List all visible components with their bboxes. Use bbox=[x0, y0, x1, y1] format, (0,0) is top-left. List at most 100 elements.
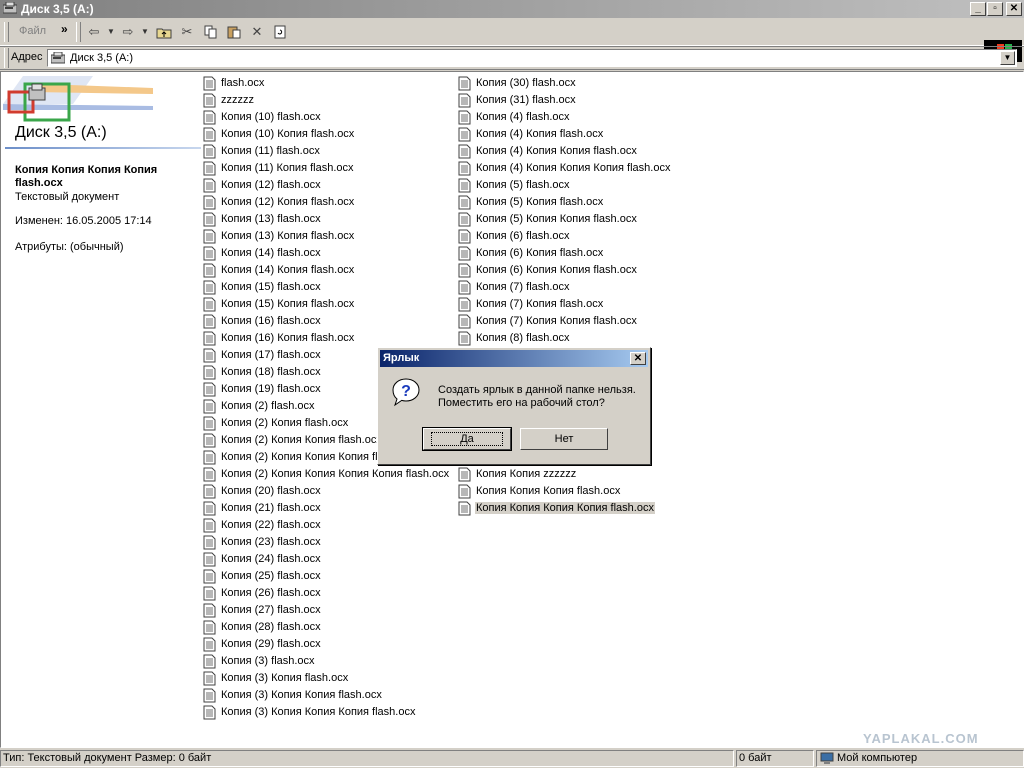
text-document-icon bbox=[458, 144, 471, 159]
address-grip[interactable] bbox=[4, 48, 9, 68]
address-value: Диск 3,5 (A:) bbox=[70, 52, 134, 64]
text-document-icon bbox=[203, 586, 216, 601]
file-name: Копия (3) Копия Копия flash.ocx bbox=[221, 689, 382, 701]
selected-file-type: Текстовый документ bbox=[15, 191, 120, 203]
file-name: Копия (26) flash.ocx bbox=[221, 587, 321, 599]
text-document-icon bbox=[203, 484, 216, 499]
dialog-close-button[interactable]: ✕ bbox=[630, 352, 646, 365]
text-document-icon bbox=[203, 161, 216, 176]
text-document-icon bbox=[203, 178, 216, 193]
forward-dropdown-icon[interactable]: ▼ bbox=[140, 23, 150, 41]
text-document-icon bbox=[458, 76, 471, 91]
drive-banner-icon bbox=[3, 76, 153, 122]
file-name: Копия (30) flash.ocx bbox=[476, 77, 576, 89]
selected-file-attributes: Атрибуты: (обычный) bbox=[15, 241, 124, 253]
file-name: Копия (6) Копия Копия flash.ocx bbox=[476, 264, 637, 276]
menu-file[interactable]: Файл bbox=[19, 25, 46, 37]
file-name: Копия (23) flash.ocx bbox=[221, 536, 321, 548]
file-name: Копия (3) Копия flash.ocx bbox=[221, 672, 349, 684]
text-document-icon bbox=[458, 93, 471, 108]
window-title: Диск 3,5 (A:) bbox=[21, 2, 94, 16]
toolbar: Файл » ⇦ ▼ ⇨ ▼ ✂ ✕ bbox=[0, 19, 1024, 62]
text-document-icon bbox=[203, 229, 216, 244]
web-view-panel: Диск 3,5 (A:) Копия Копия Копия Копия fl… bbox=[1, 72, 201, 747]
file-name: Копия (4) Копия flash.ocx bbox=[476, 128, 604, 140]
address-label: Адрес bbox=[11, 51, 43, 63]
back-dropdown-icon[interactable]: ▼ bbox=[106, 23, 116, 41]
cut-icon[interactable]: ✂ bbox=[177, 23, 197, 41]
status-location: Мой компьютер bbox=[816, 750, 1024, 767]
maximize-button[interactable]: ▫ bbox=[987, 2, 1003, 16]
text-document-icon bbox=[458, 161, 471, 176]
file-name: Копия (11) Копия flash.ocx bbox=[221, 162, 354, 174]
selected-file-modified: Изменен: 16.05.2005 17:14 bbox=[15, 215, 152, 227]
question-icon: ? bbox=[392, 378, 420, 407]
text-document-icon bbox=[203, 348, 216, 363]
file-name: Копия (10) flash.ocx bbox=[221, 111, 321, 123]
file-name: Копия (22) flash.ocx bbox=[221, 519, 321, 531]
file-name: Копия Копия Копия Копия flash.ocx bbox=[475, 502, 655, 514]
file-name: Копия (7) flash.ocx bbox=[476, 281, 570, 293]
paste-icon[interactable] bbox=[224, 23, 244, 41]
file-name: Копия (15) flash.ocx bbox=[221, 281, 321, 293]
file-name: Копия (13) flash.ocx bbox=[221, 213, 321, 225]
toolbar-grip-2[interactable] bbox=[76, 22, 81, 42]
text-document-icon bbox=[203, 399, 216, 414]
text-document-icon bbox=[203, 433, 216, 448]
minimize-button[interactable]: _ bbox=[970, 2, 986, 16]
no-button[interactable]: Нет bbox=[520, 428, 608, 450]
text-document-icon bbox=[458, 297, 471, 312]
undo-icon[interactable] bbox=[270, 23, 290, 41]
yes-button[interactable]: Да bbox=[422, 427, 512, 451]
file-name: Копия (18) flash.ocx bbox=[221, 366, 321, 378]
watermark: YAPLAKAL.COM bbox=[863, 731, 979, 746]
file-name: Копия (27) flash.ocx bbox=[221, 604, 321, 616]
file-name: Копия (14) flash.ocx bbox=[221, 247, 321, 259]
text-document-icon bbox=[203, 263, 216, 278]
text-document-icon bbox=[203, 382, 216, 397]
dialog-title-bar: Ярлык ✕ bbox=[380, 350, 648, 367]
back-arrow-icon[interactable]: ⇦ bbox=[84, 23, 104, 41]
text-document-icon bbox=[203, 450, 216, 465]
toolbar-grip[interactable] bbox=[4, 22, 9, 42]
text-document-icon bbox=[458, 280, 471, 295]
address-input[interactable]: Диск 3,5 (A:) ▼ bbox=[47, 49, 1017, 67]
file-name: Копия (3) flash.ocx bbox=[221, 655, 315, 667]
delete-icon[interactable]: ✕ bbox=[247, 23, 267, 41]
menu-overflow-chevron-icon[interactable]: » bbox=[61, 22, 68, 36]
file-name: Копия (4) flash.ocx bbox=[476, 111, 570, 123]
up-folder-icon[interactable] bbox=[154, 23, 174, 41]
copy-icon[interactable] bbox=[201, 23, 221, 41]
shortcut-dialog: Ярлык ✕ ? Создать ярлык в данной папке н… bbox=[377, 347, 651, 465]
text-document-icon bbox=[203, 331, 216, 346]
file-name: Копия (3) Копия Копия Копия flash.ocx bbox=[221, 706, 416, 718]
text-document-icon bbox=[203, 365, 216, 380]
file-name: Копия (19) flash.ocx bbox=[221, 383, 321, 395]
file-name: Копия (4) Копия Копия flash.ocx bbox=[476, 145, 637, 157]
file-name: Копия Копия Копия flash.ocx bbox=[476, 485, 621, 497]
address-dropdown-icon[interactable]: ▼ bbox=[1000, 51, 1015, 65]
panel-divider bbox=[5, 147, 201, 149]
text-document-icon bbox=[458, 263, 471, 278]
text-document-icon bbox=[458, 229, 471, 244]
text-document-icon bbox=[203, 297, 216, 312]
file-name: Копия (8) flash.ocx bbox=[476, 332, 570, 344]
file-name: Копия (14) Копия flash.ocx bbox=[221, 264, 355, 276]
file-name: Копия (7) Копия flash.ocx bbox=[476, 298, 604, 310]
address-bar: Адрес Диск 3,5 (A:) ▼ bbox=[0, 46, 1024, 70]
text-document-icon bbox=[458, 501, 471, 516]
file-name: Копия (5) flash.ocx bbox=[476, 179, 570, 191]
file-name: Копия (6) Копия flash.ocx bbox=[476, 247, 604, 259]
file-name: Копия (2) Копия Копия Копия Копия flash.… bbox=[221, 468, 450, 480]
text-document-icon bbox=[458, 484, 471, 499]
text-document-icon bbox=[203, 518, 216, 533]
file-name: Копия (24) flash.ocx bbox=[221, 553, 321, 565]
text-document-icon bbox=[203, 552, 216, 567]
file-name: Копия (2) flash.ocx bbox=[221, 400, 315, 412]
forward-arrow-icon[interactable]: ⇨ bbox=[118, 23, 138, 41]
dialog-message-line-1: Создать ярлык в данной папке нельзя. bbox=[438, 384, 636, 396]
text-document-icon bbox=[203, 535, 216, 550]
title-bar: Диск 3,5 (A:) _ ▫ ✕ bbox=[0, 0, 1024, 18]
file-name: Копия (16) flash.ocx bbox=[221, 315, 321, 327]
close-button[interactable]: ✕ bbox=[1006, 2, 1022, 16]
